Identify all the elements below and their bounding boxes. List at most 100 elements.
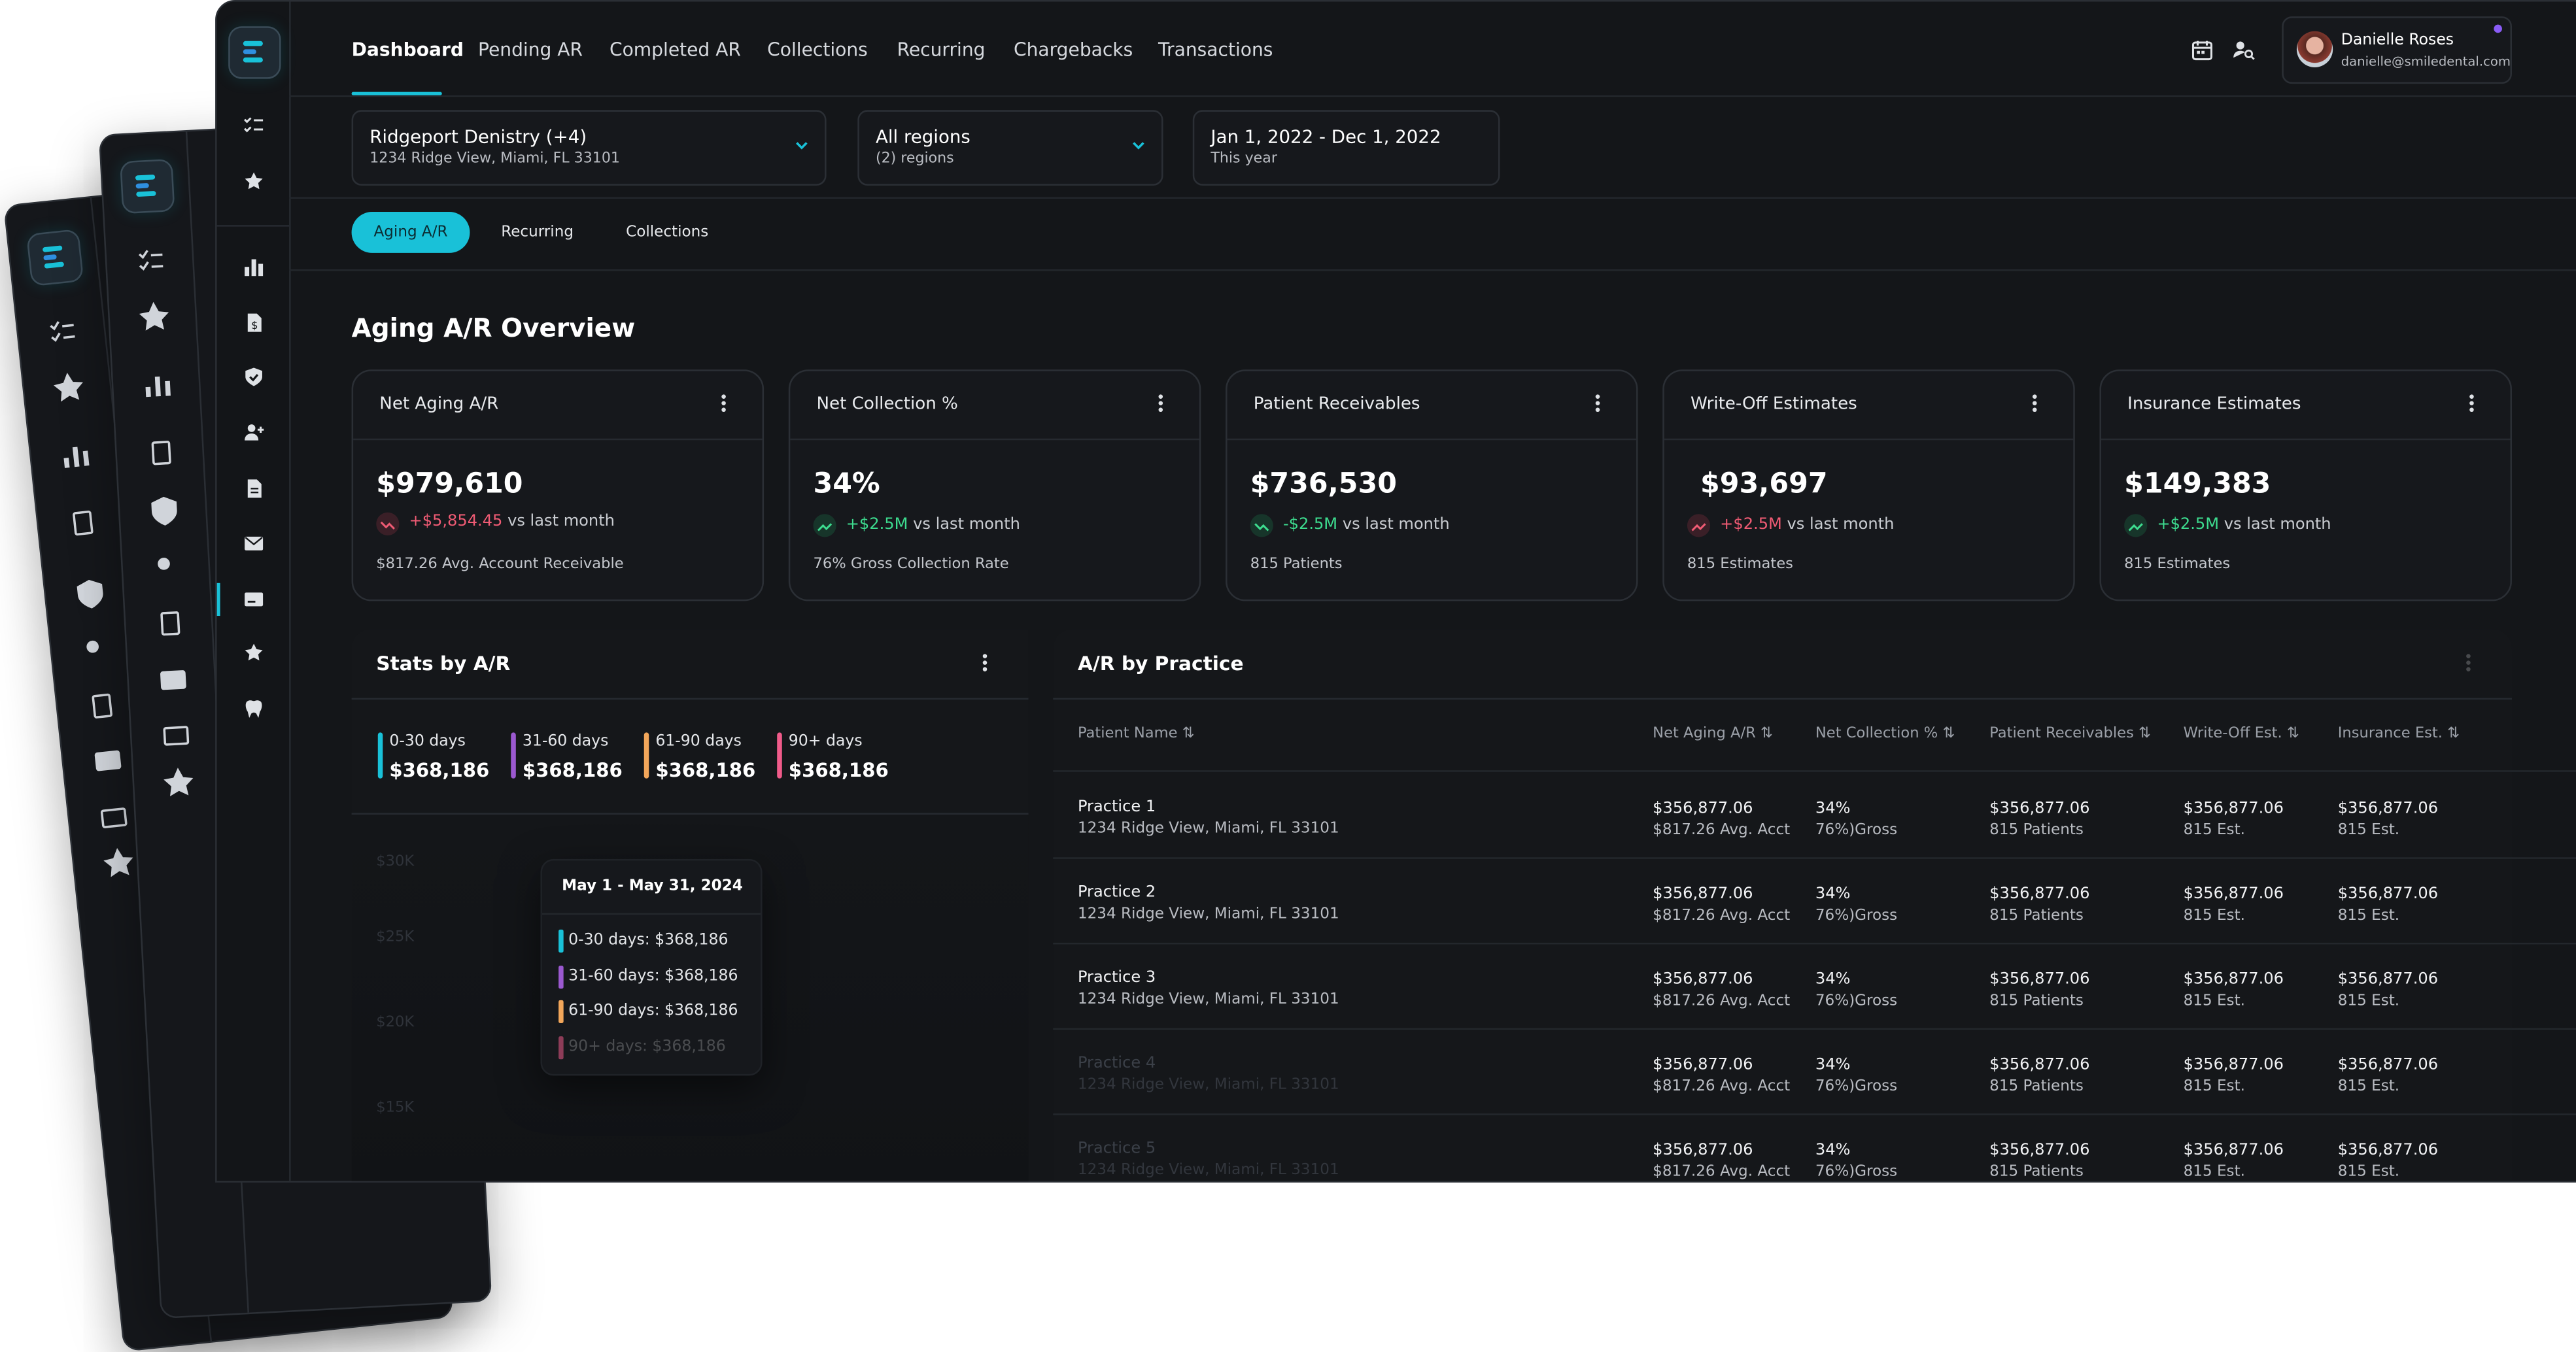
sort-icon: ⇅ bbox=[1942, 726, 1955, 743]
row-insurance: $356,877.06 bbox=[2337, 970, 2439, 989]
tab-chargebacks[interactable]: Chargebacks bbox=[1014, 39, 1133, 61]
sort-icon: ⇅ bbox=[2447, 726, 2460, 743]
bar-chart-icon[interactable] bbox=[243, 256, 265, 278]
row-write-off-sub: 815 Est. bbox=[2183, 906, 2245, 925]
region-filter[interactable]: All regions (2) regions bbox=[857, 110, 1163, 186]
card-title: Net Aging A/R bbox=[379, 394, 499, 414]
sidebar-active-indicator bbox=[216, 583, 220, 617]
calendar-icon[interactable] bbox=[2191, 39, 2213, 61]
row-net-collection-sub: 76%)Gross bbox=[1815, 1162, 1898, 1181]
subtab-recurring[interactable]: Recurring bbox=[501, 224, 574, 242]
more-vertical-icon[interactable] bbox=[1158, 394, 1163, 413]
user-plus-icon[interactable] bbox=[243, 422, 265, 444]
subtab-collections[interactable]: Collections bbox=[626, 224, 708, 242]
row-patient-receivables: $356,877.06 bbox=[1989, 1056, 2090, 1074]
stat-color-bar bbox=[377, 732, 383, 779]
card-subtext: 815 Estimates bbox=[1687, 556, 1793, 573]
row-address: 1234 Ridge View, Miami, FL 33101 bbox=[1077, 1075, 1339, 1094]
sort-icon: ⇅ bbox=[2286, 726, 2299, 743]
row-net-collection: 34% bbox=[1815, 1141, 1851, 1160]
card-value: $93,697 bbox=[1700, 467, 1828, 501]
tooltip-row: 90+ days: $368,186 bbox=[568, 1038, 726, 1056]
user-menu[interactable]: Danielle Roses danielle@smiledental.com bbox=[2282, 16, 2513, 84]
date-filter[interactable]: Jan 1, 2022 - Dec 1, 2022 This year bbox=[1192, 110, 1500, 186]
column-header[interactable]: Patient Name ⇅ bbox=[1078, 726, 1195, 742]
chevron-down-icon bbox=[1133, 142, 1144, 150]
checklist-icon[interactable] bbox=[243, 115, 265, 137]
row-net-aging: $356,877.06 bbox=[1653, 885, 1753, 904]
tooltip-bar bbox=[558, 1036, 563, 1060]
row-address: 1234 Ridge View, Miami, FL 33101 bbox=[1077, 905, 1339, 923]
tab-completed-ar[interactable]: Completed AR bbox=[610, 39, 741, 61]
stats-divider bbox=[351, 698, 1029, 700]
row-net-aging-sub: $817.26 Avg. Acct bbox=[1653, 1077, 1791, 1096]
status-dot bbox=[2494, 24, 2502, 33]
region-filter-subtitle: (2) regions bbox=[875, 151, 954, 168]
mail-icon[interactable] bbox=[243, 532, 265, 554]
user-search-icon[interactable] bbox=[2233, 39, 2256, 61]
shield-check-icon[interactable] bbox=[243, 366, 265, 388]
column-header[interactable]: Insurance Est. ⇅ bbox=[2338, 726, 2460, 742]
row-write-off: $356,877.06 bbox=[2183, 885, 2284, 904]
chart-tooltip: May 1 - May 31, 2024 0-30 days: $368,186… bbox=[540, 858, 763, 1076]
practice-title: A/R by Practice bbox=[1077, 652, 1244, 675]
row-patient-receivables: $356,877.06 bbox=[1989, 885, 2090, 904]
tooth-icon[interactable] bbox=[243, 698, 265, 720]
stat-label: 61-90 days bbox=[655, 732, 742, 751]
card-value: $979,610 bbox=[376, 467, 523, 501]
tab-transactions[interactable]: Transactions bbox=[1158, 39, 1273, 61]
column-header[interactable]: Net Aging A/R ⇅ bbox=[1653, 726, 1773, 742]
user-email: danielle@smiledental.com bbox=[2341, 54, 2511, 69]
row-net-aging: $356,877.06 bbox=[1653, 800, 1753, 819]
row-name: Practice 3 bbox=[1077, 969, 1156, 987]
row-insurance-sub: 815 Est. bbox=[2337, 821, 2400, 839]
filters-divider bbox=[289, 197, 2576, 199]
tab-dashboard[interactable]: Dashboard bbox=[352, 39, 464, 61]
more-vertical-icon[interactable] bbox=[1595, 394, 1600, 413]
tab-recurring[interactable]: Recurring bbox=[897, 39, 986, 61]
row-write-off: $356,877.06 bbox=[2183, 970, 2284, 989]
more-vertical-icon[interactable] bbox=[982, 654, 987, 672]
column-header[interactable]: Net Collection % ⇅ bbox=[1815, 726, 1955, 742]
column-header[interactable]: Write-Off Est. ⇅ bbox=[2184, 726, 2299, 742]
subtab-aging-ar-label: Aging A/R bbox=[373, 223, 448, 242]
row-net-aging: $356,877.06 bbox=[1653, 1141, 1753, 1160]
stat-label: 31-60 days bbox=[522, 732, 609, 751]
row-write-off-sub: 815 Est. bbox=[2183, 1077, 2245, 1096]
tab-collections[interactable]: Collections bbox=[767, 39, 868, 61]
star-icon[interactable] bbox=[243, 171, 265, 192]
card-subtext: 815 Estimates bbox=[2124, 556, 2231, 573]
column-header[interactable]: Patient Receivables ⇅ bbox=[1989, 726, 2151, 742]
card-title: Patient Receivables bbox=[1253, 394, 1420, 414]
kpi-card-net-aging: Net Aging A/R $979,610 +$5,854.45 vs las… bbox=[351, 369, 764, 601]
practice-filter[interactable]: Ridgeport Denistry (+4) 1234 Ridge View,… bbox=[351, 110, 827, 186]
row-insurance-sub: 815 Est. bbox=[2337, 992, 2400, 1010]
user-name: Danielle Roses bbox=[2341, 31, 2454, 50]
date-filter-title: Jan 1, 2022 - Dec 1, 2022 bbox=[1211, 126, 1441, 148]
more-vertical-icon[interactable] bbox=[2032, 394, 2037, 413]
tab-pending-ar[interactable]: Pending AR bbox=[478, 39, 583, 61]
more-vertical-icon[interactable] bbox=[2466, 654, 2471, 672]
favorites-star-icon[interactable] bbox=[243, 642, 265, 664]
more-vertical-icon[interactable] bbox=[721, 394, 727, 413]
more-vertical-icon[interactable] bbox=[2469, 394, 2475, 413]
card-icon[interactable] bbox=[243, 588, 265, 609]
row-patient-receivables-sub: 815 Patients bbox=[1989, 1162, 2084, 1181]
header-row-divider bbox=[1053, 770, 2576, 772]
row-net-aging: $356,877.06 bbox=[1653, 1056, 1753, 1074]
card-value: 34% bbox=[813, 467, 880, 501]
dollar-doc-icon[interactable]: $ bbox=[243, 312, 265, 333]
sort-icon: ⇅ bbox=[2138, 726, 2152, 743]
row-net-aging-sub: $817.26 Avg. Acct bbox=[1653, 992, 1791, 1010]
row-patient-receivables-sub: 815 Patients bbox=[1989, 1077, 2084, 1096]
document-icon[interactable] bbox=[243, 478, 265, 499]
y-tick: $25K bbox=[376, 929, 415, 946]
region-filter-title: All regions bbox=[875, 126, 970, 148]
row-net-collection: 34% bbox=[1815, 800, 1851, 819]
row-insurance: $356,877.06 bbox=[2337, 1056, 2439, 1074]
row-patient-receivables-sub: 815 Patients bbox=[1989, 992, 2084, 1010]
app-logo[interactable] bbox=[228, 26, 281, 79]
stats-title: Stats by A/R bbox=[376, 652, 511, 675]
tooltip-divider bbox=[541, 913, 761, 915]
row-patient-receivables-sub: 815 Patients bbox=[1989, 821, 2084, 839]
